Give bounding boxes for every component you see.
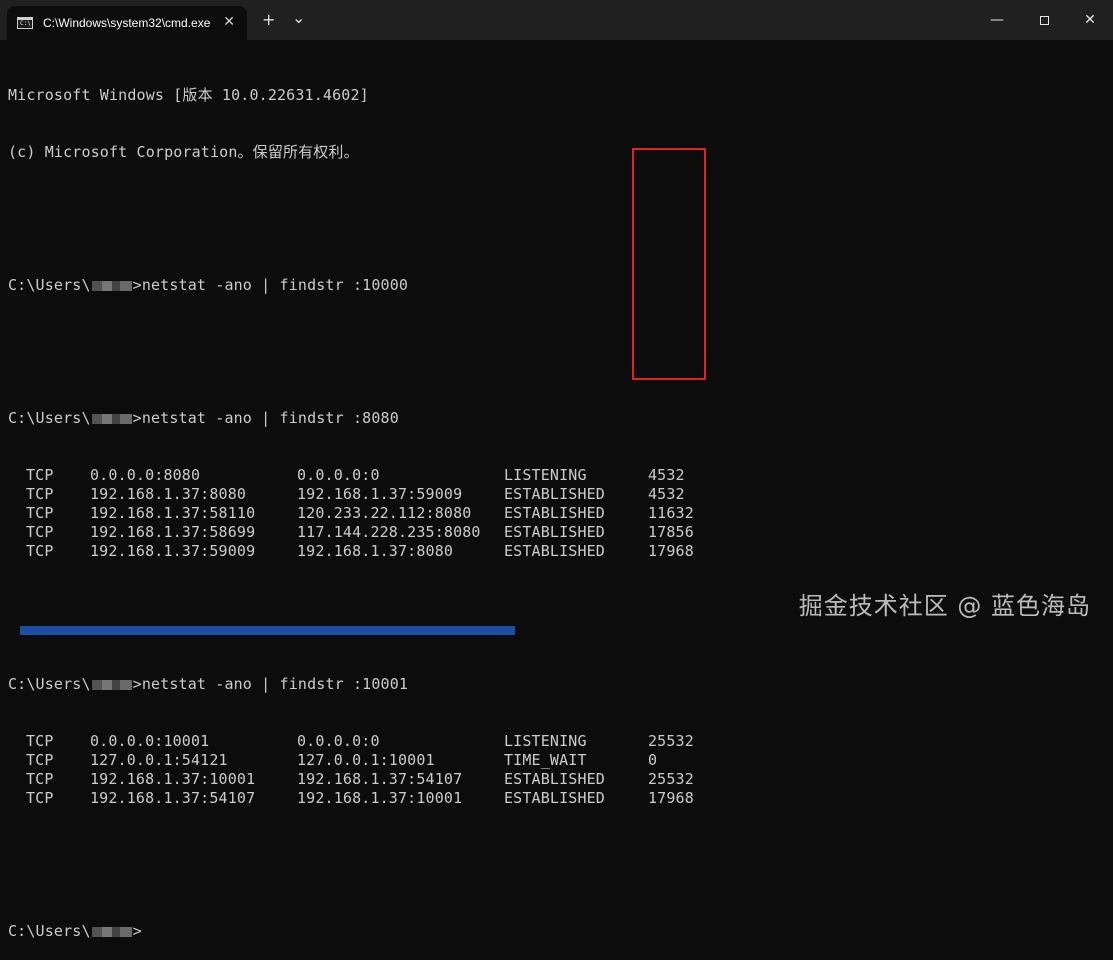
- state-cell: ESTABLISHED: [504, 770, 605, 788]
- header-line: (c) Microsoft Corporation。保留所有权利。: [8, 143, 359, 161]
- new-tab-button[interactable]: +: [262, 10, 275, 30]
- title-bar: C:\ C:\Windows\system32\cmd.exe ✕ + ⌄ — …: [0, 0, 1113, 40]
- pid-cell: 25532: [648, 732, 694, 750]
- state-cell: ESTABLISHED: [504, 789, 605, 807]
- foreign-address-cell: 127.0.0.1:10001: [297, 751, 435, 769]
- prompt-line: C:\Users\ >netstat -ano | findstr :10000: [8, 276, 708, 295]
- minimize-button[interactable]: —: [974, 0, 1020, 40]
- background-window-edge: [20, 626, 515, 635]
- pid-cell: 4532: [648, 466, 685, 484]
- netstat-row: TCP 127.0.0.1:54121 127.0.0.1:10001 TIME_WA…: [8, 751, 708, 770]
- pid-cell: 17968: [648, 542, 694, 560]
- prompt-prefix: C:\Users\: [8, 675, 91, 693]
- state-cell: LISTENING: [504, 466, 587, 484]
- command-text: >netstat -ano | findstr :8080: [132, 409, 399, 427]
- netstat-row: TCP 192.168.1.37:8080 192.168.1.37:59009 ES…: [8, 485, 708, 504]
- netstat-row: TCP 192.168.1.37:10001 192.168.1.37:54107 E…: [8, 770, 708, 789]
- proto-cell: TCP: [26, 466, 54, 484]
- foreign-address-cell: 192.168.1.37:10001: [297, 789, 463, 807]
- state-cell: ESTABLISHED: [504, 504, 605, 522]
- redacted-username: [91, 926, 132, 937]
- netstat-row: TCP 192.168.1.37:54107 192.168.1.37:10001 E…: [8, 789, 708, 808]
- state-cell: TIME_WAIT: [504, 751, 587, 769]
- state-cell: ESTABLISHED: [504, 523, 605, 541]
- prompt-line: C:\Users\ >netstat -ano | findstr :8080: [8, 409, 708, 428]
- terminal-tab[interactable]: C:\ C:\Windows\system32\cmd.exe ✕: [7, 6, 247, 40]
- proto-cell: TCP: [26, 732, 54, 750]
- minimize-icon: —: [990, 12, 1004, 28]
- local-address-cell: 192.168.1.37:8080: [90, 485, 247, 503]
- proto-cell: TCP: [26, 485, 54, 503]
- tab-title: C:\Windows\system32\cmd.exe: [43, 16, 211, 30]
- foreign-address-cell: 0.0.0.0:0: [297, 466, 380, 484]
- foreign-address-cell: 0.0.0.0:0: [297, 732, 380, 750]
- cmd-icon: C:\: [17, 17, 33, 29]
- prompt-prefix: C:\Users\: [8, 922, 91, 940]
- terminal-output[interactable]: Microsoft Windows [版本 10.0.22631.4602] (…: [8, 48, 708, 960]
- netstat-row: TCP 0.0.0.0:10001 0.0.0.0:0 LISTENING 25532: [8, 732, 708, 751]
- local-address-cell: 0.0.0.0:8080: [90, 466, 201, 484]
- foreign-address-cell: 120.233.22.112:8080: [297, 504, 472, 522]
- prompt-line: C:\Users\ >netstat -ano | findstr :10001: [8, 675, 708, 694]
- pid-cell: 17968: [648, 789, 694, 807]
- pid-highlight-box: [632, 148, 706, 380]
- redacted-username: [91, 413, 132, 424]
- foreign-address-cell: 192.168.1.37:8080: [297, 542, 454, 560]
- netstat-row: TCP 192.168.1.37:58699 117.144.228.235:808…: [8, 523, 708, 542]
- command-text: >netstat -ano | findstr :10000: [132, 276, 409, 294]
- header-line: Microsoft Windows [版本 10.0.22631.4602]: [8, 86, 369, 104]
- command-text: >netstat -ano | findstr :10001: [132, 675, 409, 693]
- close-icon: ✕: [1084, 12, 1096, 28]
- foreign-address-cell: 192.168.1.37:54107: [297, 770, 463, 788]
- pid-cell: 25532: [648, 770, 694, 788]
- dropdown-icon[interactable]: ⌄: [292, 8, 305, 28]
- maximize-button[interactable]: [1021, 0, 1067, 40]
- proto-cell: TCP: [26, 789, 54, 807]
- close-window-button[interactable]: ✕: [1067, 0, 1113, 40]
- command-text: >: [132, 922, 142, 940]
- redacted-username: [91, 280, 132, 291]
- local-address-cell: 192.168.1.37:58699: [90, 523, 256, 541]
- local-address-cell: 0.0.0.0:10001: [90, 732, 210, 750]
- netstat-row: TCP 192.168.1.37:58110 120.233.22.112:8080…: [8, 504, 708, 523]
- proto-cell: TCP: [26, 751, 54, 769]
- proto-cell: TCP: [26, 504, 54, 522]
- foreign-address-cell: 117.144.228.235:8080: [297, 523, 481, 541]
- local-address-cell: 127.0.0.1:54121: [90, 751, 228, 769]
- netstat-results-10001: TCP 0.0.0.0:10001 0.0.0.0:0 LISTENING 25532 T…: [8, 732, 708, 808]
- netstat-row: TCP 192.168.1.37:59009 192.168.1.37:8080 ES…: [8, 542, 708, 561]
- proto-cell: TCP: [26, 542, 54, 560]
- close-tab-icon[interactable]: ✕: [223, 15, 235, 29]
- prompt-prefix: C:\Users\: [8, 409, 91, 427]
- local-address-cell: 192.168.1.37:54107: [90, 789, 256, 807]
- proto-cell: TCP: [26, 523, 54, 541]
- state-cell: ESTABLISHED: [504, 485, 605, 503]
- pid-cell: 11632: [648, 504, 694, 522]
- pid-cell: 0: [648, 751, 658, 769]
- pid-cell: 17856: [648, 523, 694, 541]
- state-cell: LISTENING: [504, 732, 587, 750]
- netstat-results-8080: TCP 0.0.0.0:8080 0.0.0.0:0 LISTENING 4532 TCP…: [8, 466, 708, 561]
- prompt-prefix: C:\Users\: [8, 276, 91, 294]
- netstat-row: TCP 0.0.0.0:8080 0.0.0.0:0 LISTENING 4532: [8, 466, 708, 485]
- local-address-cell: 192.168.1.37:59009: [90, 542, 256, 560]
- prompt-line: C:\Users\ >: [8, 922, 708, 941]
- watermark: 掘金技术社区 @ 蓝色海岛: [798, 592, 1091, 620]
- redacted-username: [91, 679, 132, 690]
- state-cell: ESTABLISHED: [504, 542, 605, 560]
- foreign-address-cell: 192.168.1.37:59009: [297, 485, 463, 503]
- pid-cell: 4532: [648, 485, 685, 503]
- maximize-icon: [1039, 15, 1049, 25]
- proto-cell: TCP: [26, 770, 54, 788]
- local-address-cell: 192.168.1.37:10001: [90, 770, 256, 788]
- local-address-cell: 192.168.1.37:58110: [90, 504, 256, 522]
